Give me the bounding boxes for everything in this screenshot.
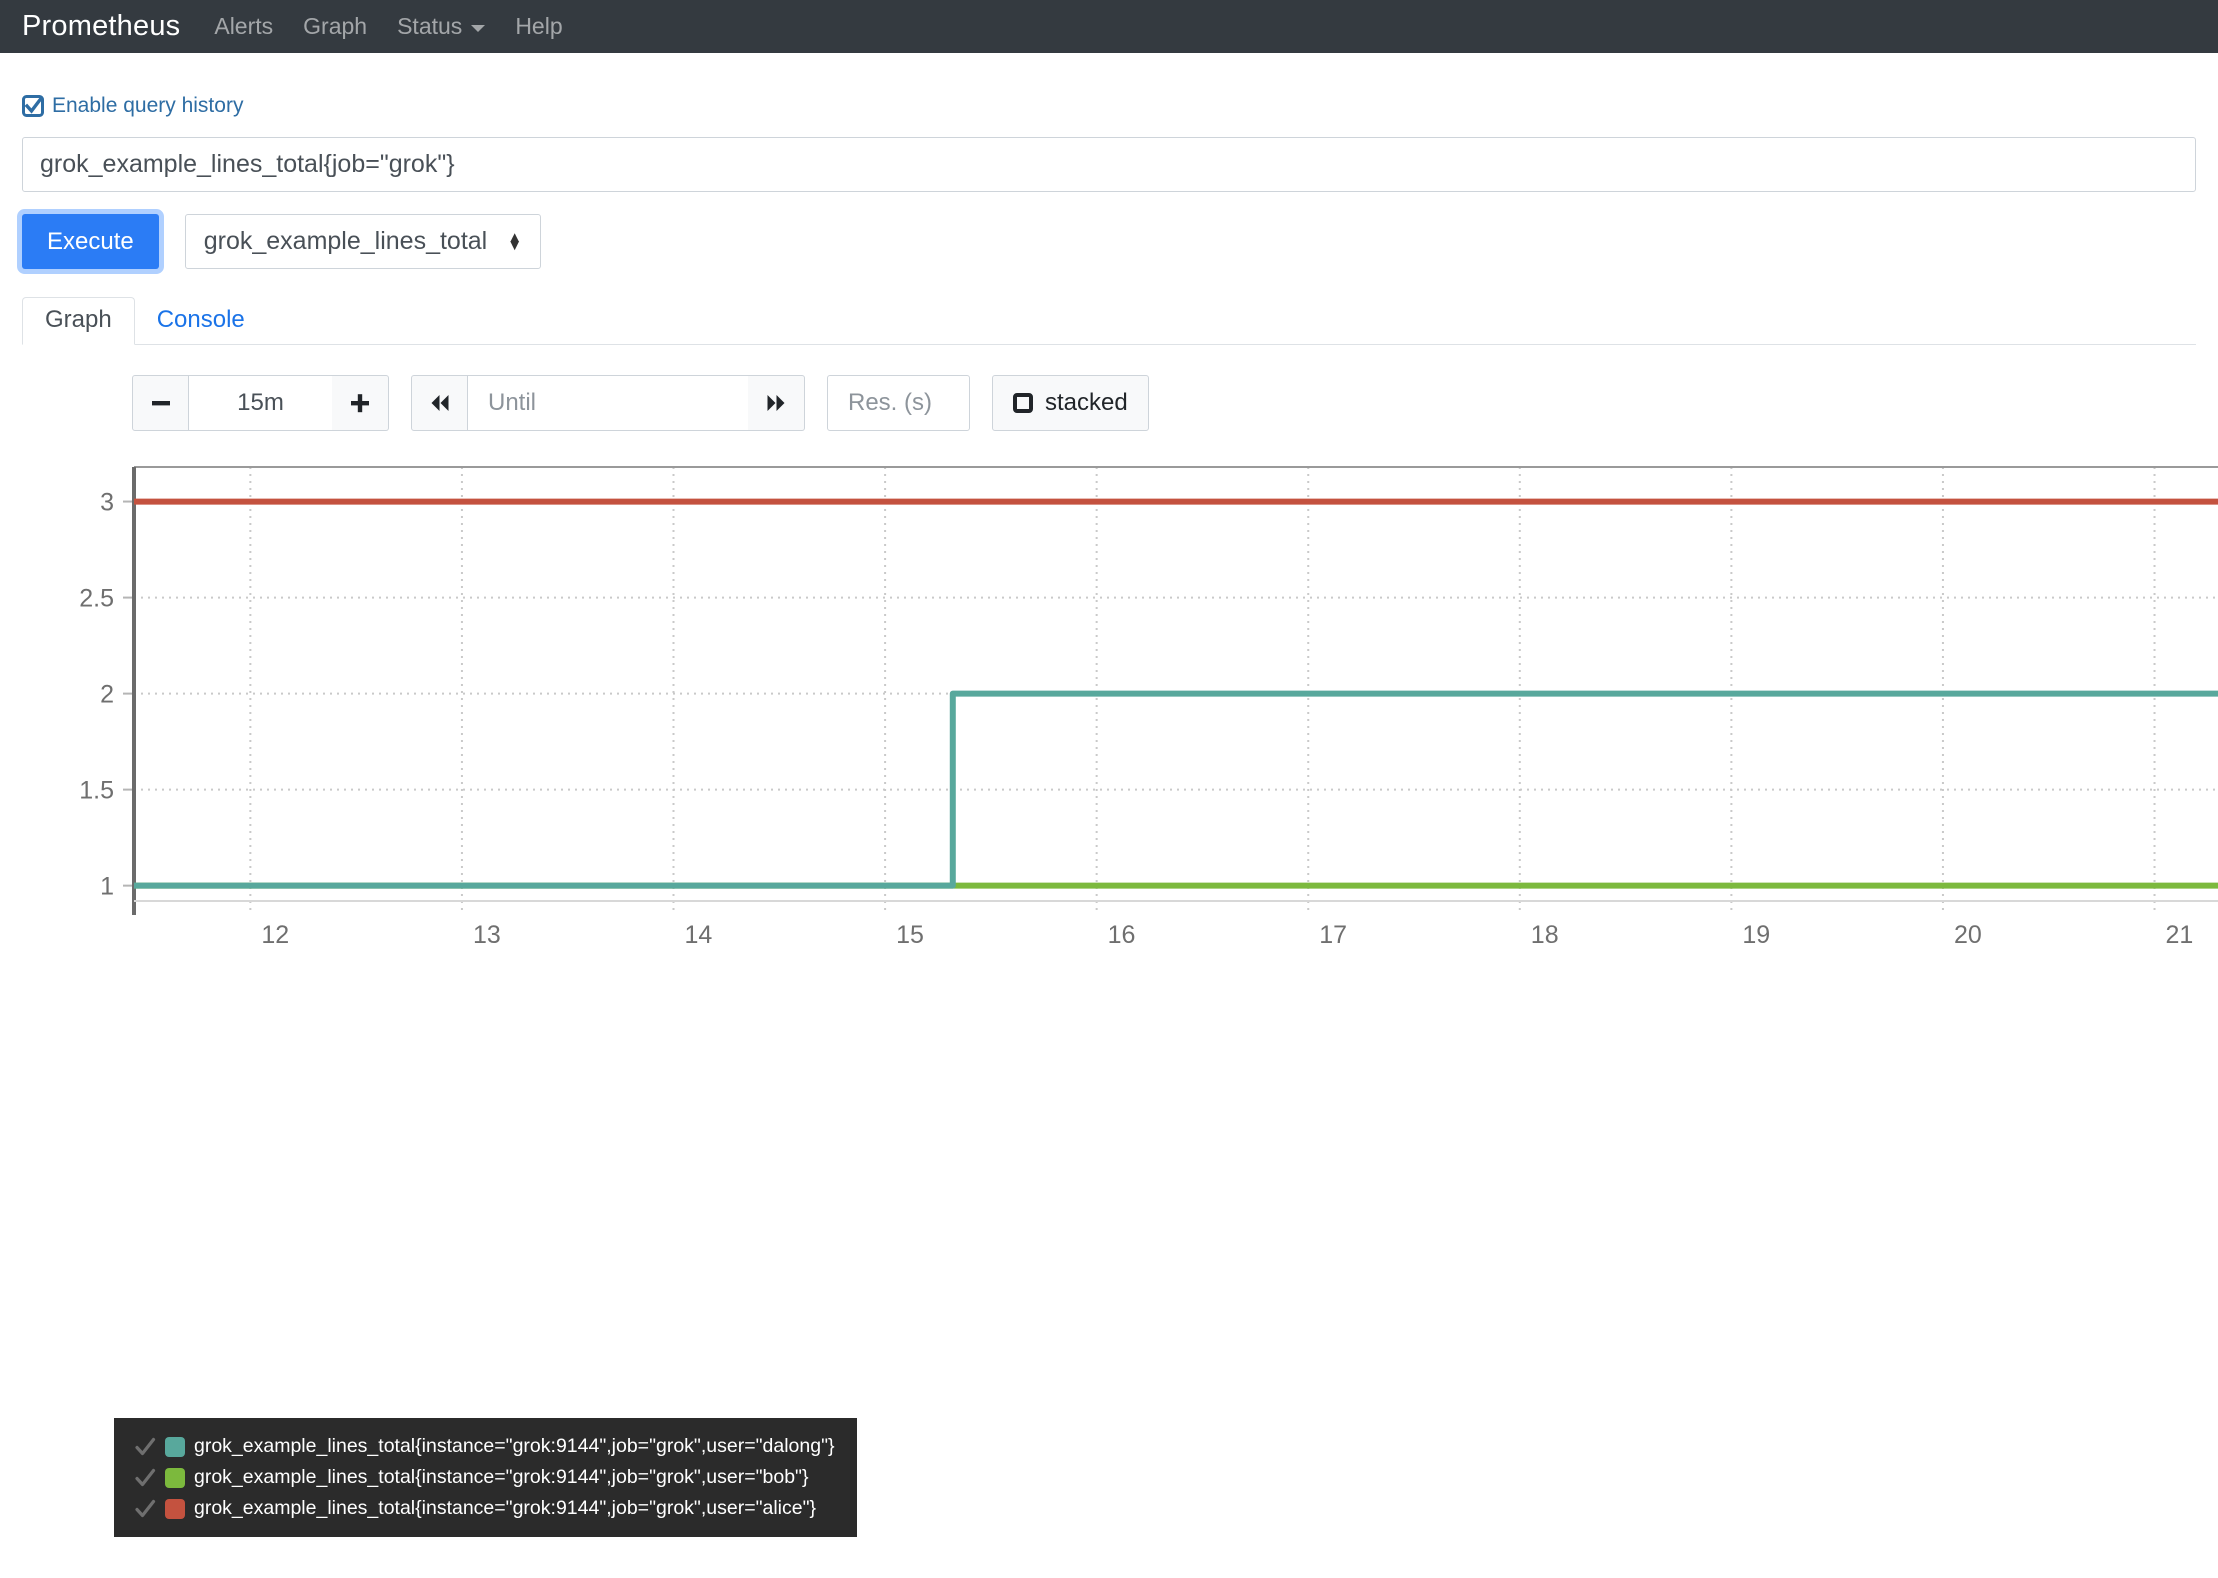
graph-chart[interactable]: 1 1.5 2 2.5 3 12 13 14 15 16 17 18 19 20 21: [22, 457, 2218, 957]
query-expression-input[interactable]: grok_example_lines_total{job="grok"}: [22, 137, 2196, 192]
resolution-placeholder: Res. (s): [848, 389, 932, 416]
x-axis-tick-label: 18: [1531, 921, 1559, 949]
navbar: Prometheus Alerts Graph Status Help: [0, 0, 2218, 53]
y-axis-tick-label: 2: [100, 681, 114, 709]
nav-link-graph[interactable]: Graph: [303, 13, 367, 40]
checkbox-checked-icon[interactable]: [22, 95, 44, 117]
step-forward-button[interactable]: [748, 375, 805, 431]
legend-label-dalong: grok_example_lines_total{instance="grok:…: [194, 1435, 835, 1457]
step-backward-button[interactable]: [411, 375, 468, 431]
legend-label-alice: grok_example_lines_total{instance="grok:…: [194, 1497, 817, 1519]
nav-link-status[interactable]: Status: [397, 13, 486, 40]
legend-check-icon[interactable]: [134, 1467, 156, 1489]
legend-swatch-bob: [165, 1467, 185, 1488]
legend-item[interactable]: grok_example_lines_total{instance="grok:…: [134, 1493, 835, 1524]
legend-check-icon[interactable]: [134, 1498, 156, 1520]
legend-item[interactable]: grok_example_lines_total{instance="grok:…: [134, 1462, 835, 1493]
increase-range-button[interactable]: [332, 375, 389, 431]
legend-item[interactable]: grok_example_lines_total{instance="grok:…: [134, 1431, 835, 1462]
legend-check-icon[interactable]: [134, 1436, 156, 1458]
resolution-input[interactable]: Res. (s): [827, 375, 970, 431]
until-input[interactable]: Until: [468, 375, 748, 431]
graph-controls: 15m Until Res. (s) stacked: [132, 375, 2196, 431]
x-axis-tick-label: 21: [2166, 921, 2194, 949]
x-axis-tick-label: 17: [1319, 921, 1347, 949]
metric-select-value: grok_example_lines_total: [203, 227, 488, 255]
select-arrows-icon: ▲ ▼: [507, 228, 523, 254]
range-input[interactable]: 15m: [189, 375, 332, 431]
until-placeholder: Until: [488, 389, 537, 416]
stacked-label: stacked: [1045, 389, 1128, 416]
nav-link-alerts[interactable]: Alerts: [214, 13, 273, 40]
graph-legend: grok_example_lines_total{instance="grok:…: [114, 1418, 857, 1537]
x-axis-tick-label: 20: [1954, 921, 1982, 949]
x-axis-tick-label: 13: [473, 921, 501, 949]
y-axis-tick-label: 1: [100, 873, 114, 901]
x-axis-tick-label: 15: [896, 921, 924, 949]
view-tabs: Graph Console: [22, 296, 2196, 345]
range-value: 15m: [237, 389, 284, 416]
enable-query-history-row[interactable]: Enable query history: [22, 94, 2196, 118]
x-axis-tick-label: 16: [1108, 921, 1136, 949]
legend-label-bob: grok_example_lines_total{instance="grok:…: [194, 1466, 809, 1488]
tab-console[interactable]: Console: [135, 298, 267, 344]
enable-query-history-label: Enable query history: [52, 94, 244, 117]
metric-select[interactable]: grok_example_lines_total ▲ ▼: [184, 214, 542, 269]
nav-link-graph-label: Graph: [303, 13, 368, 39]
tab-graph[interactable]: Graph: [22, 297, 135, 345]
nav-link-help-label: Help: [515, 13, 563, 39]
decrease-range-button[interactable]: [132, 375, 189, 431]
x-axis-tick-label: 14: [685, 921, 713, 949]
y-axis-tick-label: 3: [100, 489, 114, 517]
nav-link-status-label: Status: [397, 13, 463, 39]
chevron-down-icon: [471, 25, 486, 32]
graph-svg: 1 1.5 2 2.5 3 12 13 14 15 16 17 18 19 20 21: [79, 466, 2218, 949]
brand-logo[interactable]: Prometheus: [22, 10, 180, 43]
range-input-group: 15m: [132, 375, 389, 431]
y-axis-tick-label: 2.5: [79, 585, 114, 613]
legend-swatch-alice: [165, 1498, 185, 1519]
execute-button[interactable]: Execute: [22, 214, 159, 269]
legend-swatch-dalong: [165, 1436, 185, 1457]
x-axis-tick-label: 19: [1742, 921, 1770, 949]
nav-link-help[interactable]: Help: [515, 13, 562, 40]
query-expression-value: grok_example_lines_total{job="grok"}: [40, 150, 455, 178]
checkbox-unchecked-icon: [1013, 393, 1033, 413]
stacked-toggle[interactable]: stacked: [992, 375, 1149, 431]
until-input-group: Until: [411, 375, 805, 431]
page-body: Enable query history grok_example_lines_…: [0, 94, 2218, 957]
x-axis-tick-label: 12: [261, 921, 289, 949]
query-controls-row: Execute grok_example_lines_total ▲ ▼: [22, 214, 2196, 269]
nav-link-alerts-label: Alerts: [214, 13, 274, 39]
y-axis-tick-label: 1.5: [79, 777, 114, 805]
